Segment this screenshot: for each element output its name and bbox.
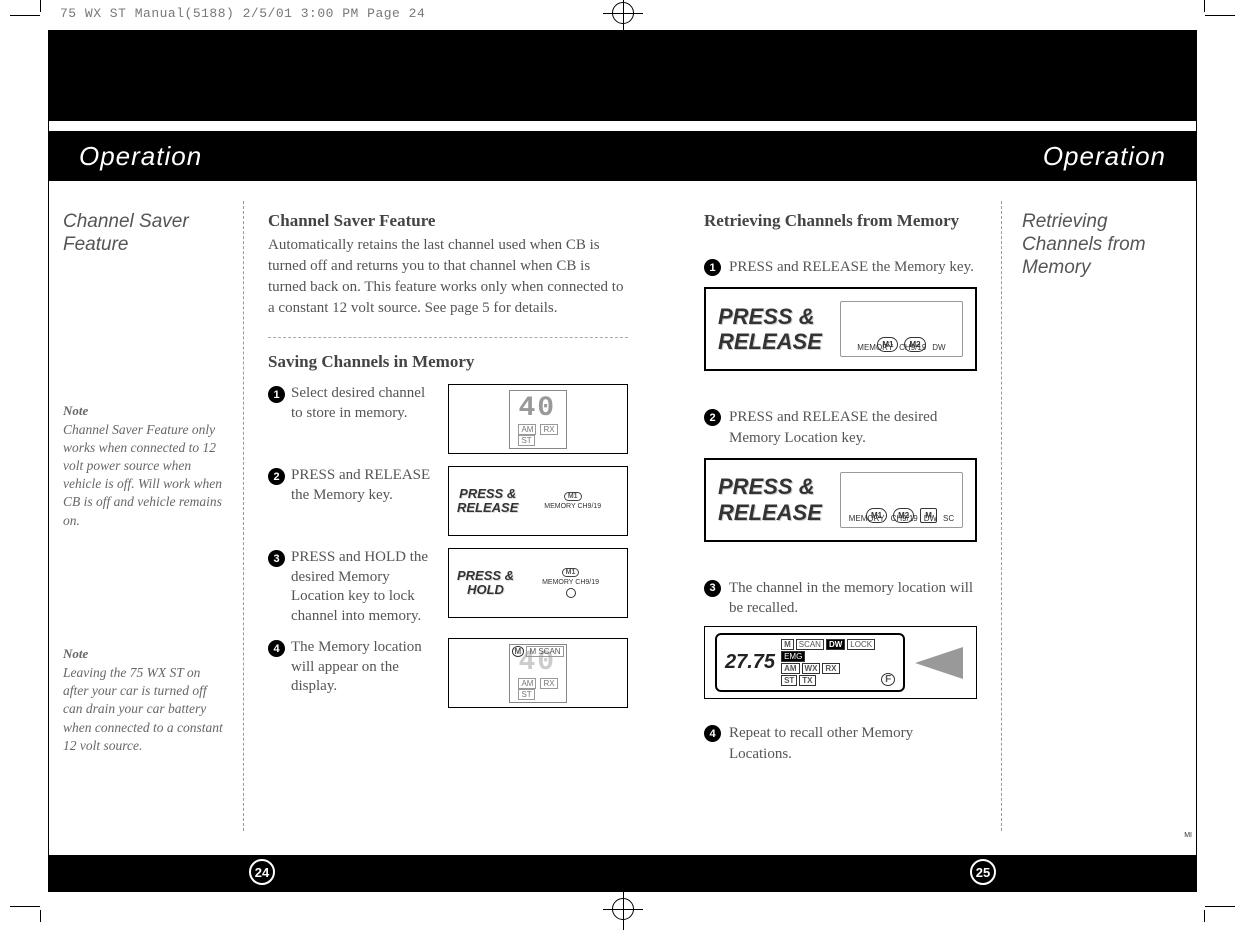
step-text: Select desired channel to store in memor… [291, 384, 438, 423]
section-divider [268, 337, 628, 338]
step-text: The Memory location will appear on the d… [291, 638, 438, 697]
page-title-right: Operation [1043, 141, 1166, 172]
page-number-left: 24 [249, 859, 275, 885]
right-main-column: Retrieving Channels from Memory 1 PRESS … [686, 201, 995, 841]
right-sidebar-title: Retrieving Channels from Memory [1022, 211, 1182, 279]
lcd-illustration: M M SCAN 40 AM RX ST [448, 638, 628, 708]
step-text: PRESS and RELEASE the Memory key. [291, 466, 438, 505]
column-divider [243, 201, 244, 831]
step-row: 2 PRESS and RELEASE the Memory key. PRES… [268, 466, 628, 536]
step-row: 2 PRESS and RELEASE the desired Memory L… [704, 407, 977, 448]
crop-mark [1204, 0, 1205, 12]
note-body: Leaving the 75 WX ST on after your car i… [63, 664, 223, 755]
note-label: Note [63, 403, 223, 419]
knob-icon [566, 588, 576, 598]
section-body: Automatically retains the last channel u… [268, 235, 628, 319]
section-title: Saving Channels in Memory [268, 352, 628, 372]
crop-mark [10, 906, 40, 907]
top-black-band [49, 31, 1196, 121]
step-number-icon: 1 [704, 259, 721, 276]
section-title: Channel Saver Feature [268, 211, 628, 231]
step-row: 3 PRESS and HOLD the desired Memory Loca… [268, 548, 628, 626]
step-text: Repeat to recall other Memory Locations. [729, 723, 977, 764]
device-illustration: PRESS & RELEASE M1 M2 MEMORY CH9/19 DW [704, 287, 977, 371]
step-row: 1 Select desired channel to store in mem… [268, 384, 628, 454]
press-hold-label: PRESS & HOLD [453, 569, 518, 598]
device-illustration: PRESS & RELEASE M1 MEMORY CH9/19 [448, 466, 628, 536]
step-number-icon: 4 [704, 725, 721, 742]
title-band: Operation Operation [49, 131, 1196, 181]
lcd-frequency: 27.75 [725, 651, 775, 674]
crop-mark [10, 15, 40, 16]
step-text: PRESS and RELEASE the Memory key. [729, 257, 977, 277]
step-number-icon: 4 [268, 640, 285, 657]
step-text: PRESS and RELEASE the desired Memory Loc… [729, 407, 977, 448]
step-text: PRESS and HOLD the desired Memory Locati… [291, 548, 438, 626]
crop-mark [40, 910, 41, 922]
step-number-icon: 2 [268, 468, 285, 485]
bottom-black-band [49, 855, 1196, 891]
crop-mark [1205, 906, 1235, 907]
page-title-left: Operation [79, 141, 202, 172]
lcd-recall-illustration: 27.75 M SCAN DW LOCK EMG AM [704, 626, 977, 699]
arrow-left-icon [915, 647, 963, 679]
step-number-icon: 3 [704, 580, 721, 597]
crop-mark [40, 0, 41, 12]
left-sidebar-title: Channel Saver Feature [63, 211, 223, 257]
step-number-icon: 1 [268, 386, 285, 403]
crop-mark [1205, 15, 1235, 16]
page-number-right: 25 [970, 859, 996, 885]
step-row: 3 The channel in the memory location wil… [704, 578, 977, 619]
press-release-label: PRESS & RELEASE [453, 487, 522, 516]
page-spread: Operation Operation Channel Saver Featur… [48, 30, 1197, 892]
step-row: 4 The Memory location will appear on the… [268, 638, 628, 708]
left-sidebar: Channel Saver Feature Note Channel Saver… [49, 201, 237, 841]
step-row: 4 Repeat to recall other Memory Location… [704, 723, 977, 764]
crop-mark [1204, 910, 1205, 922]
section-title: Retrieving Channels from Memory [704, 211, 977, 231]
lcd-illustration: 40 AM RX ST [448, 384, 628, 454]
device-illustration: PRESS & HOLD M1 MEMORY CH9/19 [448, 548, 628, 618]
note-body: Channel Saver Feature only works when co… [63, 421, 223, 530]
step-text: The channel in the memory location will … [729, 578, 977, 619]
step-row: 1 PRESS and RELEASE the Memory key. [704, 257, 977, 277]
note-label: Note [63, 646, 223, 662]
step-number-icon: 2 [704, 409, 721, 426]
scan-tag: M SCAN [526, 646, 563, 657]
device-illustration: PRESS & RELEASE M1 M2 M MEMORY CH9/19 DW… [704, 458, 977, 542]
lcd-channel-number: 40 [518, 393, 557, 424]
step-number-icon: 3 [268, 550, 285, 567]
print-header-info: 75 WX ST Manual(5188) 2/5/01 3:00 PM Pag… [60, 6, 425, 21]
